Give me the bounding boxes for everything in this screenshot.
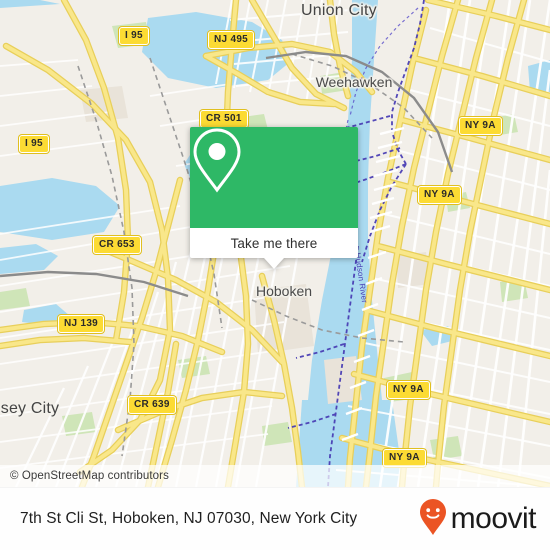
moovit-brand: moovit (418, 498, 537, 541)
take-me-there-button[interactable]: Take me there (231, 236, 318, 251)
highway-shield: NY 9A (383, 449, 426, 467)
popup-pointer-tail (264, 258, 284, 269)
address-text: 7th St Cli St, Hoboken, NJ 07030, New Yo… (20, 510, 358, 527)
highway-shield: I 95 (19, 135, 49, 153)
bottom-info-bar: 7th St Cli St, Hoboken, NJ 07030, New Yo… (0, 487, 550, 550)
highway-shield: CR 653 (93, 236, 141, 254)
osm-attribution-text: © OpenStreetMap contributors (10, 470, 169, 482)
map-canvas[interactable]: Union City Weehawken Hoboken sey City I 95 N… (0, 0, 550, 487)
highway-shield: NJ 139 (58, 315, 105, 333)
highway-shield: CR 501 (200, 110, 248, 128)
highway-shield: NY 9A (418, 186, 461, 204)
highway-shield: NY 9A (459, 117, 502, 135)
popup-pin-area (190, 127, 358, 228)
moovit-pin-smiley-icon (418, 498, 448, 541)
osm-attribution-bar: © OpenStreetMap contributors (0, 465, 550, 487)
popup-cta-area[interactable]: Take me there (190, 228, 358, 258)
moovit-wordmark: moovit (450, 502, 537, 535)
location-popup-card[interactable]: Take me there (190, 127, 358, 269)
highway-shield: CR 639 (128, 396, 176, 414)
highway-shield: NY 9A (387, 381, 430, 399)
highway-shield: I 95 (119, 27, 149, 45)
map-screen: Union City Weehawken Hoboken sey City I 95 N… (0, 0, 550, 550)
highway-shield: NJ 495 (208, 31, 255, 49)
